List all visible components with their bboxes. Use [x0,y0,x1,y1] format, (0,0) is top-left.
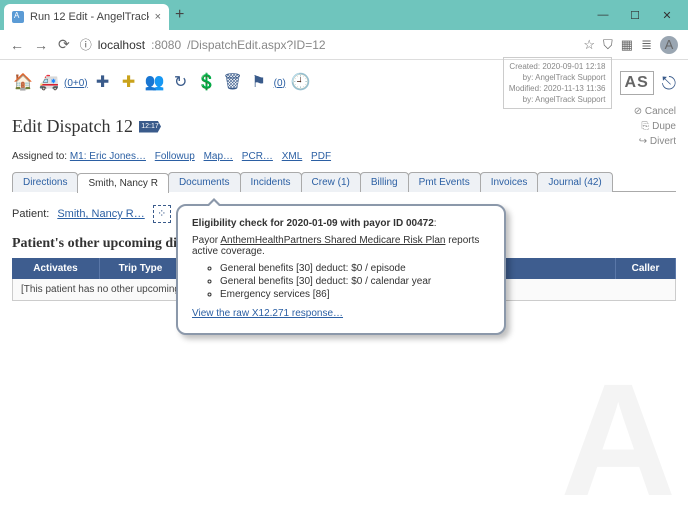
refresh-money-icon[interactable]: ↻ [170,72,192,94]
clock-icon[interactable]: 🕘 [290,72,312,94]
plus-icon[interactable]: ✚ [92,72,114,94]
truck-count-link[interactable]: (0+0) [64,78,88,89]
browser-tab[interactable]: Run 12 Edit - AngelTrack × [4,4,169,30]
map-link[interactable]: Map… [204,151,233,162]
time-flag: 12:17 [139,121,161,133]
star-icon[interactable]: ☆ [583,37,595,53]
benefit-item: General benefits [30] deduct: $0 / calen… [220,276,490,287]
patient-link[interactable]: Smith, Nancy R… [57,208,144,220]
back-button[interactable]: ← [10,37,24,53]
address-bar: ← → ⟳ ⓘ localhost:8080/DispatchEdit.aspx… [0,30,688,60]
raw-response-link[interactable]: View the raw X12.271 response… [192,308,343,319]
url-host: localhost [98,38,145,52]
puzzle-icon[interactable]: ▦ [621,37,633,53]
divert-link[interactable]: ↪ Divert [639,136,676,147]
trash-icon[interactable]: 🗑 [222,72,244,94]
minimize-button[interactable]: — [594,9,612,22]
tab-journal[interactable]: Journal (42) [537,172,612,192]
tab-directions[interactable]: Directions [12,172,78,192]
list-icon[interactable]: ≣ [641,37,652,53]
plan-name: AnthemHealthPartners Shared Medicare Ris… [220,235,445,246]
shield-ext-icon[interactable]: ⛉ [603,37,613,53]
tab-documents[interactable]: Documents [168,172,241,192]
tab-patient[interactable]: Smith, Nancy R [77,173,168,193]
reload-button[interactable]: ⟳ [58,36,70,53]
background-watermark: A [560,360,676,520]
app-toolbar: 🏠 🚑 (0+0) ✚ ✚ 👥 ↻ 💲 🗑 ⚑ (0) 🕘 Created: 2… [12,66,676,100]
pcr-link[interactable]: PCR… [242,151,273,162]
action-links: ⊘ Cancel ⎘ Dupe ↪ Divert [634,104,676,149]
tab-billing[interactable]: Billing [360,172,409,192]
assigned-to-link[interactable]: M1: Eric Jones… [70,151,146,162]
tab-title: Run 12 Edit - AngelTrack [30,11,149,23]
as-logo: AS [620,71,654,95]
col-activates: Activates [12,258,100,279]
star-plus-icon[interactable]: ✚ [118,72,140,94]
col-caller: Caller [616,258,676,279]
patient-select-icon[interactable]: ⁘ [153,205,171,223]
xml-link[interactable]: XML [282,151,303,162]
forward-button[interactable]: → [34,37,48,53]
dupe-link[interactable]: ⎘ Dupe [641,121,676,132]
maximize-button[interactable]: ☐ [626,9,644,22]
benefit-item: General benefits [30] deduct: $0 / episo… [220,263,490,274]
followup-link[interactable]: Followup [155,151,195,162]
meta-box: Created: 2020-09-01 12:18 by: AngelTrack… [503,57,612,110]
record-tabs: Directions Smith, Nancy R Documents Inci… [12,172,676,192]
tab-crew[interactable]: Crew (1) [301,172,361,192]
pdf-link[interactable]: PDF [311,151,331,162]
eligibility-tooltip: Eligibility check for 2020-01-09 with pa… [176,204,506,335]
page-title: Edit Dispatch 12 [12,116,133,137]
tab-pmt-events[interactable]: Pmt Events [408,172,481,192]
close-window-button[interactable]: ✕ [658,9,676,22]
tab-invoices[interactable]: Invoices [480,172,539,192]
ambulance-icon[interactable]: 🚑 [38,72,60,94]
benefit-item: Emergency services [86] [220,289,490,300]
site-info-icon[interactable]: ⓘ [80,36,92,53]
col-trip-type: Trip Type [100,258,182,279]
exit-icon[interactable]: ⎋ [662,73,676,94]
browser-titlebar: Run 12 Edit - AngelTrack × + — ☐ ✕ [0,0,688,30]
home-icon[interactable]: 🏠 [12,72,34,94]
money-icon[interactable]: 💲 [196,72,218,94]
people-icon[interactable]: 👥 [144,72,166,94]
flag-icon[interactable]: ⚑ [248,72,270,94]
new-tab-button[interactable]: + [175,6,184,24]
tab-incidents[interactable]: Incidents [240,172,302,192]
cancel-link[interactable]: ⊘ Cancel [634,106,676,117]
favicon [12,11,24,23]
flag-count-link[interactable]: (0) [274,78,286,89]
profile-avatar[interactable]: A [660,36,678,54]
sub-links: Assigned to: M1: Eric Jones… Followup Ma… [12,151,676,162]
url-field[interactable]: ⓘ localhost:8080/DispatchEdit.aspx?ID=12 [80,36,574,53]
tooltip-title: Eligibility check for 2020-01-09 with pa… [192,218,434,229]
close-tab-icon[interactable]: × [155,11,161,23]
